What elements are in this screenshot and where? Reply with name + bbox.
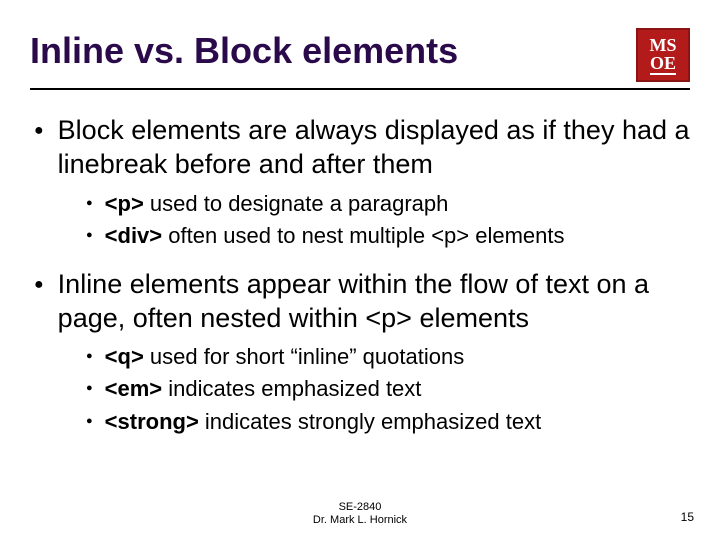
logo-line2: OE — [650, 54, 676, 75]
bullet-l2: ● <em> indicates emphasized text — [86, 375, 690, 403]
bullet-icon: ● — [86, 197, 93, 209]
sub-text: <q> used for short “inline” quotations — [105, 343, 465, 371]
bullet-text: Inline elements appear within the flow o… — [58, 268, 690, 336]
sub-text: <strong> indicates strongly emphasized t… — [105, 408, 542, 436]
slide-title: Inline vs. Block elements — [30, 30, 458, 72]
title-row: Inline vs. Block elements MS OE — [30, 30, 690, 90]
bullet-icon: ● — [34, 122, 44, 140]
msoe-logo: MS OE — [636, 28, 690, 82]
sub-text: <p> used to designate a paragraph — [105, 190, 449, 218]
sub-group: ● <p> used to designate a paragraph ● <d… — [86, 190, 690, 250]
bullet-icon: ● — [86, 382, 93, 394]
bullet-l2: ● <strong> indicates strongly emphasized… — [86, 408, 690, 436]
sub-group: ● <q> used for short “inline” quotations… — [86, 343, 690, 435]
bullet-l1: ● Inline elements appear within the flow… — [34, 268, 690, 336]
page-number: 15 — [681, 510, 694, 524]
bullet-icon: ● — [86, 350, 93, 362]
bullet-icon: ● — [86, 229, 93, 241]
bullet-icon: ● — [34, 276, 44, 294]
footer-course: SE-2840 — [0, 501, 720, 515]
footer: SE-2840 Dr. Mark L. Hornick — [0, 501, 720, 529]
bullet-text: Block elements are always displayed as i… — [58, 114, 690, 182]
bullet-l2: ● <p> used to designate a paragraph — [86, 190, 690, 218]
sub-text: <div> often used to nest multiple <p> el… — [105, 222, 565, 250]
bullet-l2: ● <q> used for short “inline” quotations — [86, 343, 690, 371]
bullet-l1: ● Block elements are always displayed as… — [34, 114, 690, 182]
bullet-l2: ● <div> often used to nest multiple <p> … — [86, 222, 690, 250]
sub-text: <em> indicates emphasized text — [105, 375, 422, 403]
logo-line1: MS — [650, 36, 677, 54]
slide: Inline vs. Block elements MS OE ● Block … — [0, 0, 720, 540]
footer-author: Dr. Mark L. Hornick — [0, 514, 720, 528]
bullet-icon: ● — [86, 415, 93, 427]
content: ● Block elements are always displayed as… — [30, 114, 690, 436]
